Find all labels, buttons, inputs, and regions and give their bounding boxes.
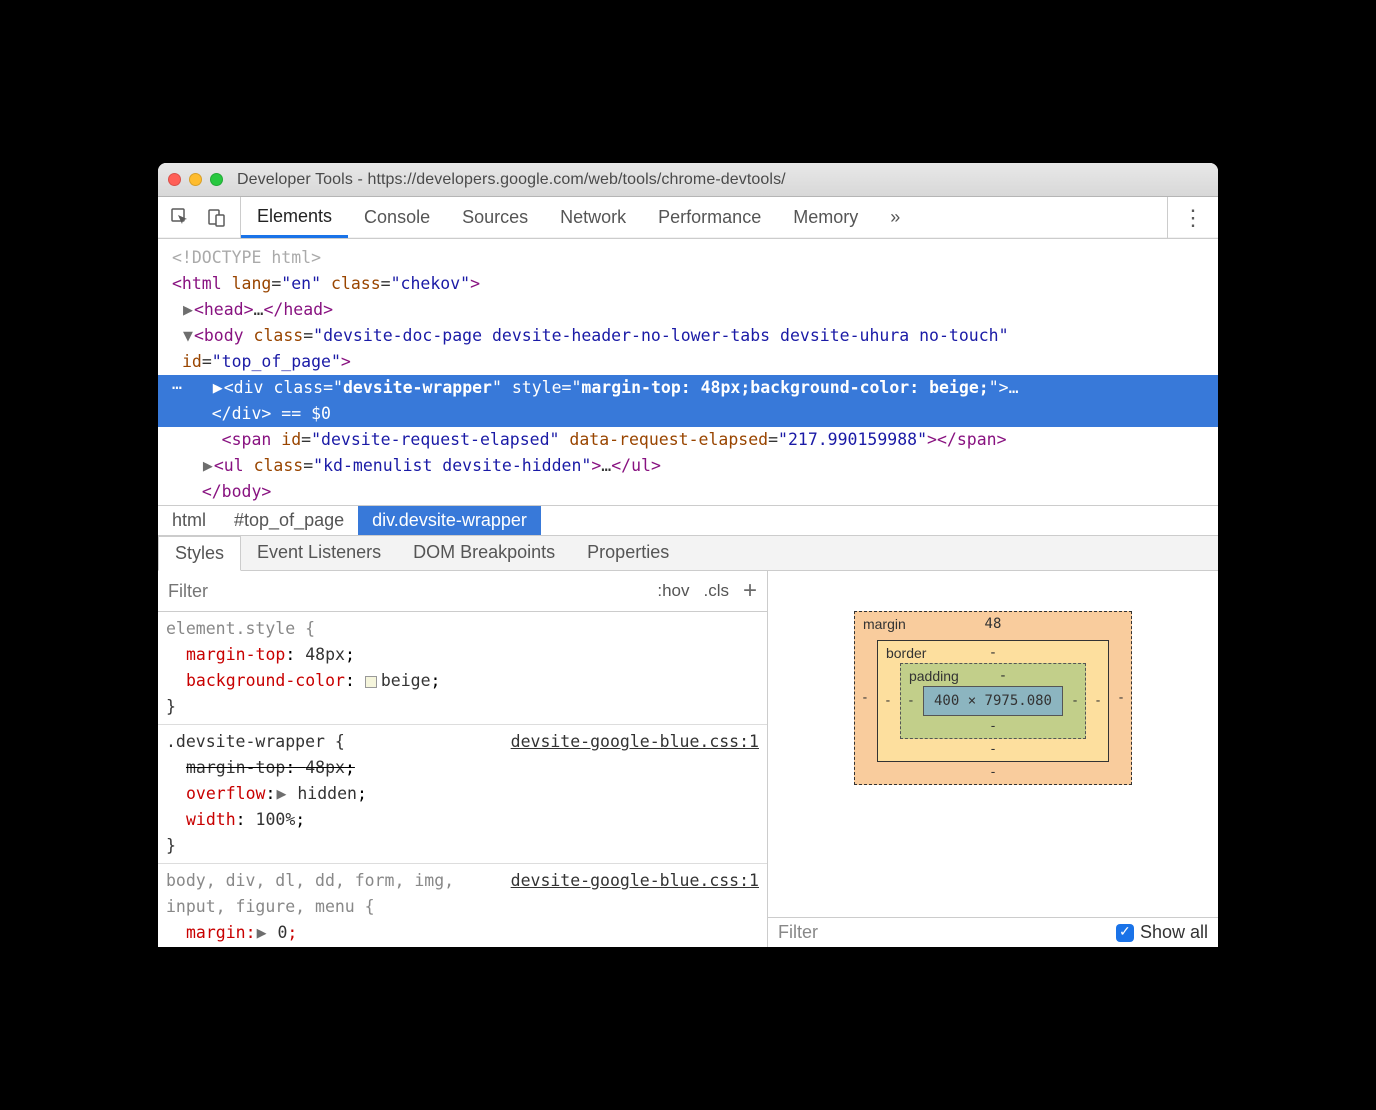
source-link-2[interactable]: devsite-google-blue.css:1 bbox=[511, 868, 759, 920]
breadcrumb-top-of-page[interactable]: #top_of_page bbox=[220, 506, 358, 535]
titlebar: Developer Tools - https://developers.goo… bbox=[158, 163, 1218, 197]
selected-dom-node[interactable]: ⋯ ▶<div class="devsite-wrapper" style="m… bbox=[158, 375, 1218, 427]
inspect-element-icon[interactable] bbox=[170, 207, 192, 229]
tab-styles[interactable]: Styles bbox=[158, 536, 241, 571]
selector-body-etc: body, div, dl, dd, form, img, input, fig… bbox=[166, 868, 466, 920]
computed-filter-row: Filter Show all bbox=[768, 918, 1218, 947]
main-toolbar: Elements Console Sources Network Perform… bbox=[158, 197, 1218, 239]
show-all-checkbox[interactable] bbox=[1116, 924, 1134, 942]
tab-sources[interactable]: Sources bbox=[446, 197, 544, 238]
tab-elements[interactable]: Elements bbox=[241, 197, 348, 238]
tab-memory[interactable]: Memory bbox=[777, 197, 874, 238]
breadcrumb-html[interactable]: html bbox=[158, 506, 220, 535]
breadcrumb-devsite-wrapper[interactable]: div.devsite-wrapper bbox=[358, 506, 541, 535]
tab-properties[interactable]: Properties bbox=[571, 536, 685, 570]
devtools-window: Developer Tools - https://developers.goo… bbox=[158, 163, 1218, 947]
tab-console[interactable]: Console bbox=[348, 197, 446, 238]
dom-tree[interactable]: <!DOCTYPE html> <html lang="en" class="c… bbox=[158, 239, 1218, 505]
menu-icon[interactable]: ⋮ bbox=[1182, 207, 1204, 229]
selector-element-style: element.style { bbox=[166, 616, 315, 642]
tab-performance[interactable]: Performance bbox=[642, 197, 777, 238]
show-all-label: Show all bbox=[1140, 922, 1208, 943]
traffic-lights bbox=[168, 173, 223, 186]
expand-arrow-icon[interactable]: ▶ bbox=[256, 920, 268, 946]
window-title: Developer Tools - https://developers.goo… bbox=[237, 171, 786, 189]
styles-filter-input[interactable] bbox=[168, 581, 657, 602]
maximize-button[interactable] bbox=[210, 173, 223, 186]
tab-network[interactable]: Network bbox=[544, 197, 642, 238]
cls-toggle[interactable]: .cls bbox=[703, 581, 729, 601]
expand-arrow-icon[interactable]: ▶ bbox=[275, 781, 287, 807]
device-toolbar-icon[interactable] bbox=[206, 207, 228, 229]
computed-pane: margin 48 - - - border - - - - padding - bbox=[768, 571, 1218, 947]
hov-toggle[interactable]: :hov bbox=[657, 581, 689, 601]
close-button[interactable] bbox=[168, 173, 181, 186]
rules-list[interactable]: element.style { margin-top: 48px; backgr… bbox=[158, 612, 767, 947]
selector-devsite-wrapper: .devsite-wrapper { bbox=[166, 729, 345, 755]
tabs-overflow[interactable]: » bbox=[874, 197, 916, 238]
tab-dom-breakpoints[interactable]: DOM Breakpoints bbox=[397, 536, 571, 570]
styles-body: :hov .cls + element.style { margin-top: … bbox=[158, 571, 1218, 947]
minimize-button[interactable] bbox=[189, 173, 202, 186]
tab-event-listeners[interactable]: Event Listeners bbox=[241, 536, 397, 570]
box-model[interactable]: margin 48 - - - border - - - - padding - bbox=[768, 571, 1218, 918]
panel-tabs: Elements Console Sources Network Perform… bbox=[241, 197, 916, 238]
styles-sidebar-tabs: Styles Event Listeners DOM Breakpoints P… bbox=[158, 535, 1218, 571]
styles-rules-pane: :hov .cls + element.style { margin-top: … bbox=[158, 571, 768, 947]
box-model-content: 400 × 7975.080 bbox=[923, 686, 1063, 716]
breadcrumb: html #top_of_page div.devsite-wrapper bbox=[158, 505, 1218, 535]
computed-filter-label[interactable]: Filter bbox=[778, 922, 818, 943]
source-link[interactable]: devsite-google-blue.css:1 bbox=[511, 729, 759, 755]
color-swatch-icon[interactable] bbox=[365, 676, 377, 688]
styles-filter-row: :hov .cls + bbox=[158, 571, 767, 612]
new-style-rule-button[interactable]: + bbox=[743, 577, 757, 605]
